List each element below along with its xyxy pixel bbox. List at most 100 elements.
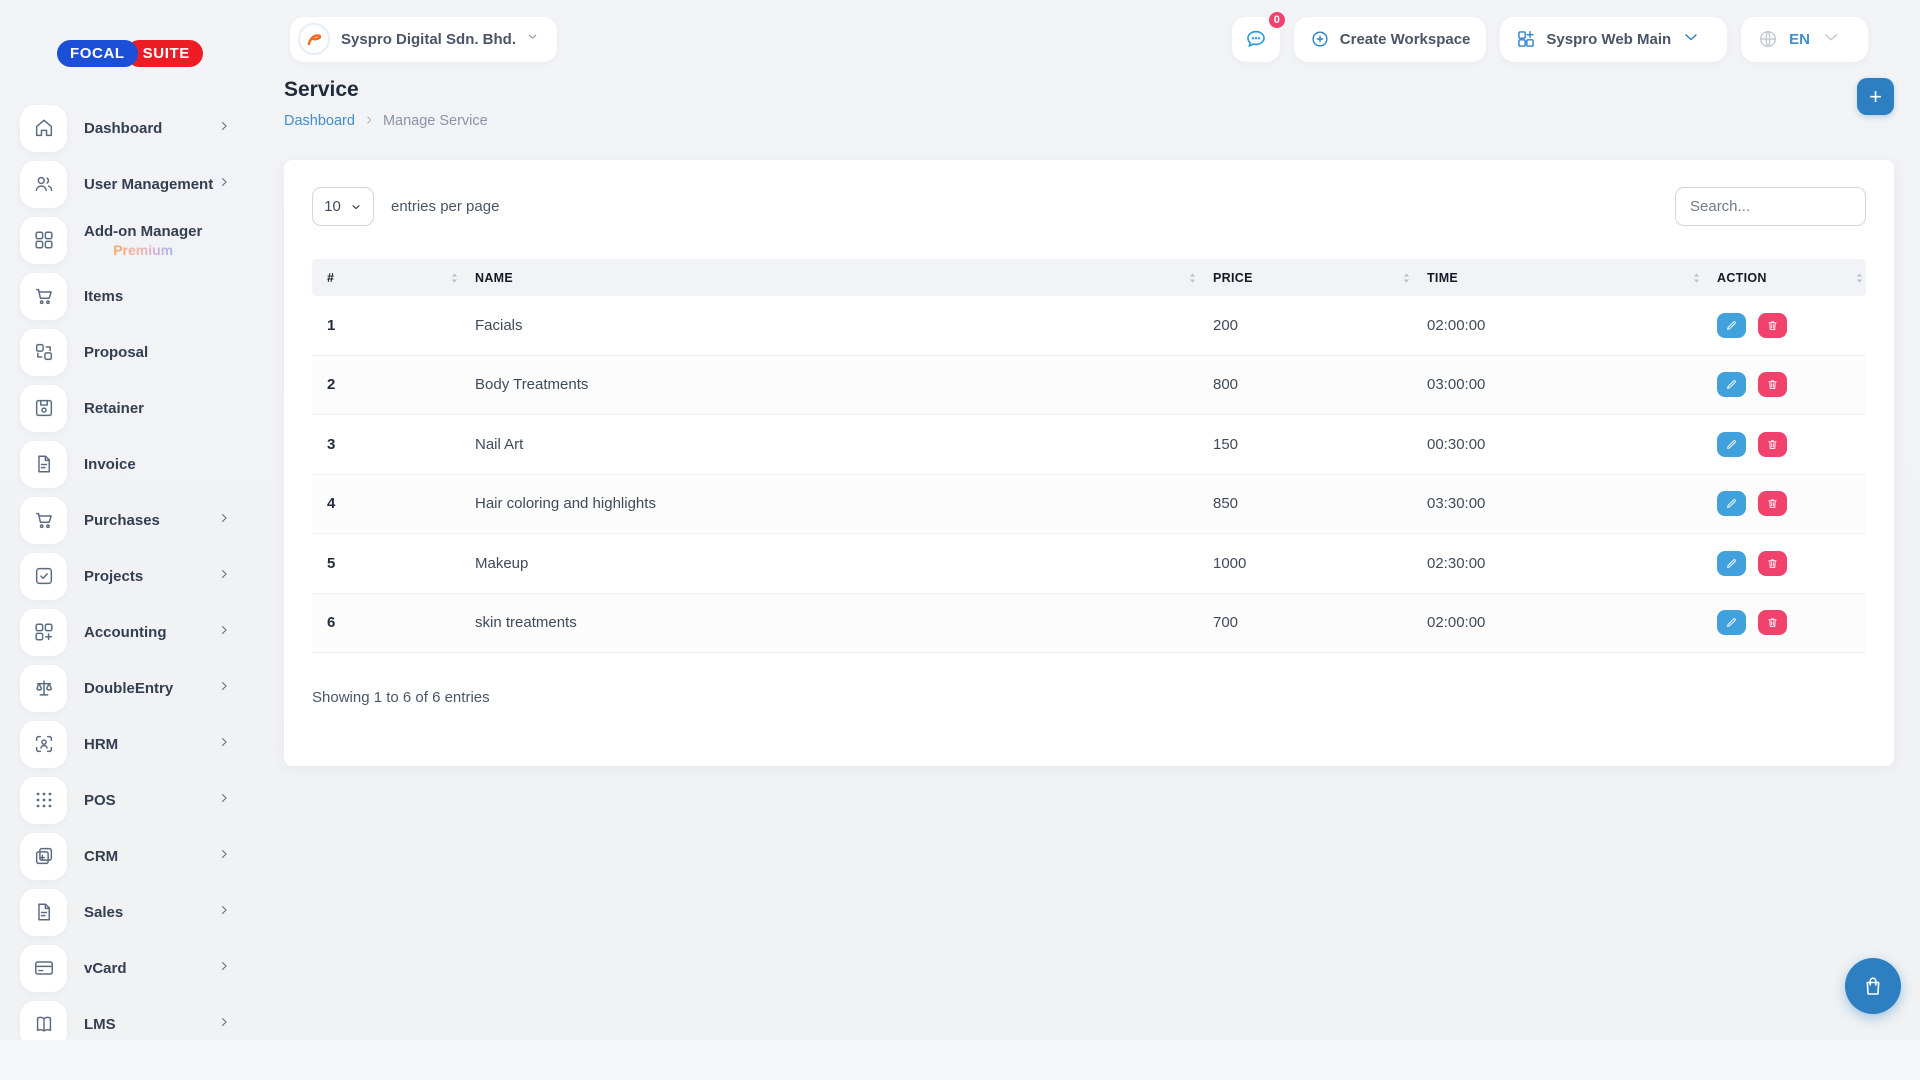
edit-button[interactable] — [1717, 610, 1746, 635]
floppy-icon — [20, 385, 67, 432]
delete-button[interactable] — [1758, 551, 1787, 576]
breadcrumb-dashboard-link[interactable]: Dashboard — [284, 113, 355, 129]
column-header-index[interactable]: # — [312, 271, 461, 285]
sidebar-item-label: Projects — [84, 568, 143, 585]
edit-button[interactable] — [1717, 432, 1746, 457]
delete-button[interactable] — [1758, 610, 1787, 635]
create-workspace-button[interactable]: Create Workspace — [1294, 17, 1487, 62]
chevron-right-icon — [218, 847, 230, 865]
page-title: Service — [284, 78, 488, 102]
cell-index: 5 — [312, 555, 461, 572]
sidebar-item-label: HRM — [84, 736, 118, 753]
company-logo-icon — [298, 23, 330, 55]
entries-per-page-label: entries per page — [391, 198, 499, 215]
cell-price: 850 — [1199, 495, 1413, 512]
cell-name: Makeup — [461, 555, 1199, 572]
sidebar-item-pos[interactable]: POS — [0, 772, 284, 828]
file-icon — [20, 889, 67, 936]
sidebar-item-accounting[interactable]: Accounting — [0, 604, 284, 660]
sidebar-item-label: Add-on Manager — [84, 223, 202, 240]
chevron-right-icon — [364, 113, 374, 129]
check-square-icon — [20, 553, 67, 600]
column-header-name[interactable]: NAME — [461, 271, 1199, 285]
language-label: EN — [1789, 31, 1810, 48]
chat-button[interactable]: 0 — [1232, 17, 1280, 62]
column-header-action[interactable]: ACTION — [1703, 271, 1866, 285]
chevron-right-icon — [218, 791, 230, 809]
table-row: 3Nail Art15000:30:00 — [312, 415, 1866, 475]
sidebar-item-label: Dashboard — [84, 120, 162, 137]
topbar: Syspro Digital Sdn. Bhd. 0 Create Worksp… — [290, 16, 1868, 62]
app-logo: FOCAL SUITE — [57, 40, 203, 67]
sidebar-item-proposal[interactable]: Proposal — [0, 324, 284, 380]
chevron-right-icon — [218, 903, 230, 921]
floating-shop-button[interactable] — [1845, 958, 1901, 1014]
sidebar-item-add-on-manager[interactable]: Add-on Manager Premium — [0, 212, 284, 268]
sidebar-item-sales[interactable]: Sales — [0, 884, 284, 940]
sidebar-item-user-management[interactable]: User Management — [0, 156, 284, 212]
chevron-down-icon — [350, 201, 362, 213]
sidebar-item-label: CRM — [84, 848, 118, 865]
cell-index: 6 — [312, 614, 461, 631]
cell-price: 200 — [1199, 317, 1413, 334]
sort-icon[interactable] — [1402, 271, 1411, 285]
cell-index: 3 — [312, 436, 461, 453]
sidebar-item-projects[interactable]: Projects — [0, 548, 284, 604]
cell-time: 02:00:00 — [1413, 317, 1703, 334]
sidebar-item-hrm[interactable]: HRM — [0, 716, 284, 772]
sidebar-item-retainer[interactable]: Retainer — [0, 380, 284, 436]
add-service-button[interactable]: + — [1857, 78, 1894, 115]
company-selector[interactable]: Syspro Digital Sdn. Bhd. — [290, 17, 557, 62]
cell-price: 700 — [1199, 614, 1413, 631]
sidebar-item-dashboard[interactable]: Dashboard — [0, 100, 284, 156]
column-header-time[interactable]: TIME — [1413, 271, 1703, 285]
chevron-right-icon — [218, 623, 230, 641]
workspace-selector[interactable]: Syspro Web Main — [1500, 17, 1727, 62]
table-row: 5Makeup100002:30:00 — [312, 534, 1866, 594]
sidebar-item-label: Purchases — [84, 512, 160, 529]
sort-icon[interactable] — [450, 271, 459, 285]
page-size-value: 10 — [324, 198, 341, 215]
sidebar-item-label: DoubleEntry — [84, 680, 173, 697]
edit-button[interactable] — [1717, 372, 1746, 397]
table-row: 1Facials20002:00:00 — [312, 296, 1866, 356]
search-input[interactable] — [1675, 187, 1866, 226]
grid-plus-icon — [20, 609, 67, 656]
sidebar-item-purchases[interactable]: Purchases — [0, 492, 284, 548]
grid-icon — [20, 217, 67, 264]
delete-button[interactable] — [1758, 372, 1787, 397]
column-header-price[interactable]: PRICE — [1199, 271, 1413, 285]
sidebar-item-doubleentry[interactable]: DoubleEntry — [0, 660, 284, 716]
edit-button[interactable] — [1717, 491, 1746, 516]
sidebar-item-crm[interactable]: CRM — [0, 828, 284, 884]
sidebar-item-items[interactable]: Items — [0, 268, 284, 324]
sidebar-item-label: User Management — [84, 176, 213, 193]
table-header-row: #NAMEPRICETIMEACTION — [312, 259, 1866, 296]
users-icon — [20, 161, 67, 208]
edit-button[interactable] — [1717, 551, 1746, 576]
delete-button[interactable] — [1758, 313, 1787, 338]
sort-icon[interactable] — [1188, 271, 1197, 285]
language-selector[interactable]: EN — [1741, 17, 1868, 62]
sidebar-item-label: Accounting — [84, 624, 167, 641]
page-size-select[interactable]: 10 — [312, 187, 374, 226]
chevron-right-icon — [218, 119, 230, 137]
sidebar-item-label: Invoice — [84, 456, 136, 473]
sort-icon[interactable] — [1855, 271, 1864, 285]
premium-badge: Premium — [113, 242, 173, 258]
sidebar-item-vcard[interactable]: vCard — [0, 940, 284, 996]
delete-button[interactable] — [1758, 491, 1787, 516]
sidebar-item-label: Proposal — [84, 344, 148, 361]
sidebar-item-label: LMS — [84, 1016, 116, 1033]
cart-icon — [20, 497, 67, 544]
chevron-right-icon — [218, 175, 230, 193]
shopping-bag-icon — [1861, 974, 1885, 998]
sidebar-item-invoice[interactable]: Invoice — [0, 436, 284, 492]
sort-icon[interactable] — [1692, 271, 1701, 285]
cell-index: 1 — [312, 317, 461, 334]
sidebar-item-lms[interactable]: LMS — [0, 996, 284, 1040]
cell-actions — [1703, 372, 1866, 397]
cell-actions — [1703, 491, 1866, 516]
delete-button[interactable] — [1758, 432, 1787, 457]
edit-button[interactable] — [1717, 313, 1746, 338]
